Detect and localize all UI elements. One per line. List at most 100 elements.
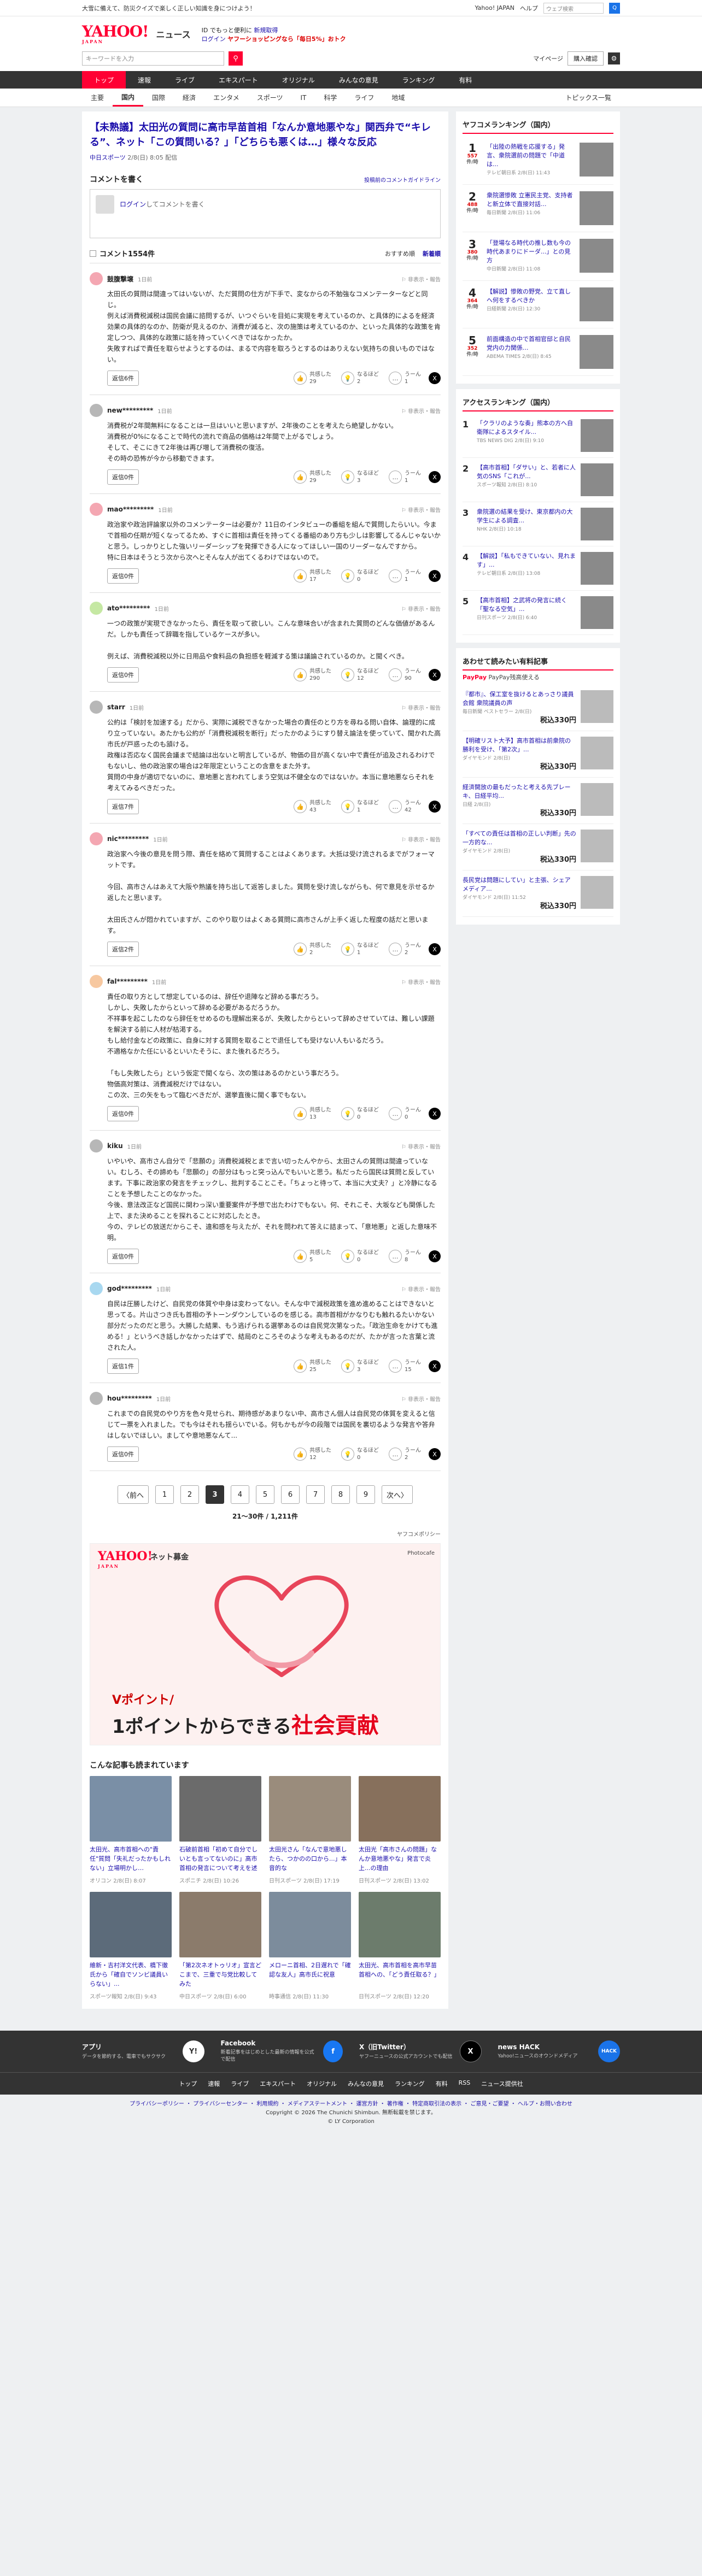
sort-newest[interactable]: 新着順 (423, 249, 441, 258)
ranking-item[interactable]: 5 352 件/時 前面構造の中で首相官邸と自民党内の力関係... ABEMA TIME… (463, 328, 613, 376)
footer-item[interactable]: X（旧Twitter） ヤフーニュースの公式アカウントでも配信 X (359, 2039, 482, 2063)
access-title[interactable]: 衆院選の結果を受け、東京都内の大学生による調査... (477, 508, 572, 524)
ranking-item[interactable]: 2 488 件/時 衆院選惨敗 立憲民主党、支持者と新立体で直接対話... 毎日新聞 2… (463, 185, 613, 232)
lightbulb-icon[interactable]: 💡 (341, 372, 354, 385)
lightbulb-icon[interactable]: 💡 (341, 943, 354, 956)
page-5[interactable]: 5 (256, 1485, 274, 1504)
report-icon[interactable]: ⚐ 非表示・報告 (401, 1142, 441, 1150)
paid-thumb[interactable] (581, 783, 613, 816)
tab-main[interactable]: 主要 (82, 89, 113, 107)
reaction-insight[interactable]: 💡 なるほど 3 (341, 470, 379, 484)
ranking-title[interactable]: 「出陸の熱戦を応援する」発言、衆院選前の問題で「中道は... (487, 143, 565, 168)
article-source[interactable]: 中日スポーツ (90, 154, 126, 161)
tab-economy[interactable]: 経済 (174, 89, 204, 107)
report-icon[interactable]: ⚐ 非表示・報告 (401, 604, 441, 613)
related-card[interactable]: 石破前首相「初めて自分でしいとも言ってないのに」高市首相の発言について考えを述べ… (179, 1776, 261, 1884)
news-search-input[interactable]: キーワードを入力 (82, 51, 224, 66)
related-card[interactable]: 太田光、高市首相を高市早苗首相への、「どう責任取る？」 日刊スポーツ 2/8(日)… (359, 1892, 441, 2000)
paid-title[interactable]: 経済開放の最もだったと考える先ブレーキ、日経平均... (463, 784, 571, 799)
report-icon[interactable]: ⚐ 非表示・報告 (401, 978, 441, 986)
comment-author[interactable]: ato********* (107, 604, 150, 612)
related-title-text[interactable]: 太田光「高市さんの問題」なんか意地悪やな」発言で炎上...の理由 (359, 1845, 441, 1873)
paid-item[interactable]: 経済開放の最もだったと考える先ブレーキ、日経平均... 日経 2/8(日) 税込33… (463, 778, 613, 824)
comment-input-box[interactable]: ログインしてコメントを書く (90, 189, 441, 238)
thinking-icon[interactable]: … (389, 1250, 402, 1263)
related-card[interactable]: 太田光、高市首相への"責任"質問「失礼だったかもしれない」立場明かし… オリコン … (90, 1776, 172, 1884)
login-link[interactable]: ログイン (202, 36, 226, 43)
footer-item[interactable]: news HACK Yahoo!ニュースのオウンドメディア HACK (498, 2039, 620, 2063)
reaction-insight[interactable]: 💡 なるほど 1 (341, 942, 379, 956)
ranking-title[interactable]: 前面構造の中で首相官邸と自民党内の力関係... (487, 336, 571, 351)
reaction-agree[interactable]: 👍 共感した 43 (294, 799, 331, 814)
access-title[interactable]: 「クラリのような奏」熊本の方へ自衛隊によるスタイル... (477, 420, 573, 436)
nav-live[interactable]: ライブ (163, 71, 207, 89)
thumbs-up-icon[interactable]: 👍 (294, 569, 307, 583)
paid-title[interactable]: 長民党は問題にしてい」と主張、シェアメディア... (463, 877, 571, 892)
footer-link[interactable]: みんなの意見 (348, 2079, 384, 2088)
comment-login-link[interactable]: ログイン (120, 201, 146, 208)
x-share-icon[interactable]: X (429, 372, 441, 384)
page-1[interactable]: 1 (155, 1485, 174, 1504)
app-icon[interactable]: Y! (182, 2040, 204, 2062)
footer-link[interactable]: RSS (459, 2079, 471, 2088)
comment-author[interactable]: starr (107, 703, 125, 711)
related-card[interactable]: 維新・吉村洋文代表、橋下徹氏から「確自でソンビ議員いらない」... スポーツ報知 … (90, 1892, 172, 2000)
thinking-icon[interactable]: … (389, 372, 402, 385)
nav-original[interactable]: オリジナル (270, 71, 327, 89)
link-yahoo-japan[interactable]: Yahoo! JAPAN (475, 4, 514, 11)
access-title[interactable]: 【高市首相】之武将の発言に続く「聖なる空気」... (477, 597, 567, 613)
x-share-icon[interactable]: X (429, 943, 441, 955)
footer-item[interactable]: アプリ データを節約する、電車でもサクサク Y! (82, 2039, 204, 2063)
reply-button[interactable]: 返信0件 (107, 568, 139, 584)
reaction-agree[interactable]: 👍 共感した 5 (294, 1249, 331, 1263)
reaction-disagree[interactable]: … うーん 1 (389, 470, 421, 484)
related-photo[interactable] (90, 1892, 172, 1957)
thinking-icon[interactable]: … (389, 800, 402, 813)
nav-ranking[interactable]: ランキング (390, 71, 447, 89)
tab-local[interactable]: 地域 (383, 89, 413, 107)
report-icon[interactable]: ⚐ 非表示・報告 (401, 1285, 441, 1293)
thumbs-up-icon[interactable]: 👍 (294, 1448, 307, 1461)
access-thumb[interactable] (581, 552, 613, 585)
access-thumb[interactable] (581, 419, 613, 452)
filter-checkbox[interactable] (90, 250, 96, 257)
page-8[interactable]: 8 (331, 1485, 350, 1504)
related-photo[interactable] (179, 1892, 261, 1957)
page-prev-button[interactable]: 〈前へ (117, 1485, 149, 1504)
reaction-disagree[interactable]: … うーん 15 (389, 1359, 421, 1373)
reaction-insight[interactable]: 💡 なるほど 0 (341, 1107, 379, 1121)
reply-button[interactable]: 返信0件 (107, 1249, 139, 1264)
reaction-disagree[interactable]: … うーん 90 (389, 668, 421, 682)
shopping-promo[interactable]: ヤフーショッピングなら「毎日5%」おトク (227, 36, 346, 43)
tab-life[interactable]: ライフ (346, 89, 383, 107)
access-item[interactable]: 1 「クラリのような奏」熊本の方へ自衛隊によるスタイル... TBS NEWS DI… (463, 414, 613, 458)
related-title-text[interactable]: 維新・吉村洋文代表、橋下徹氏から「確自でソンビ議員いらない」... (90, 1961, 172, 1989)
reaction-agree[interactable]: 👍 共感した 25 (294, 1359, 331, 1373)
page-6[interactable]: 6 (281, 1485, 300, 1504)
tab-domestic[interactable]: 国内 (113, 89, 144, 107)
reply-button[interactable]: 返信0件 (107, 469, 139, 485)
related-title-text[interactable]: 太田光、高市首相を高市早苗首相への、「どう責任取る？」 (359, 1961, 441, 1989)
thinking-icon[interactable]: … (389, 668, 402, 681)
footer-link[interactable]: ニュース提供社 (481, 2079, 523, 2088)
reaction-agree[interactable]: 👍 共感した 29 (294, 371, 331, 385)
news-logo-text[interactable]: ニュース (156, 27, 190, 40)
yahoo-logo[interactable]: YAHOO! JAPAN (82, 24, 149, 44)
access-item[interactable]: 2 【高市首相】「ダサい」と、若者に人気のSNS「これが... スポーツ報知 2/8… (463, 458, 613, 502)
ranking-item[interactable]: 1 557 件/時 「出陸の熱戦を応援する」発言、衆院選前の問題で「中道は... テレビ… (463, 136, 613, 185)
access-item[interactable]: 4 【解説】「私もできていない、見れます」... テレビ朝日系 2/8(日) 13:… (463, 546, 613, 591)
tab-it[interactable]: IT (291, 89, 315, 107)
access-thumb[interactable] (581, 596, 613, 629)
reaction-insight[interactable]: 💡 なるほど 0 (341, 1249, 379, 1263)
paid-thumb[interactable] (581, 690, 613, 723)
footer-link[interactable]: 有料 (436, 2079, 448, 2088)
access-title[interactable]: 【解説】「私もできていない、見れます」... (477, 552, 576, 568)
thumbs-up-icon[interactable]: 👍 (294, 372, 307, 385)
comment-author[interactable]: 鼓腹撃壌 (107, 274, 133, 284)
comment-author[interactable]: fal********* (107, 978, 148, 985)
related-card[interactable]: メローニ首相、2日遅れで「確認な友人」高市氏に祝意 時事通信 2/8(日) 11:… (269, 1892, 351, 2000)
tab-sports[interactable]: スポーツ (248, 89, 292, 107)
paid-title[interactable]: 「すべての責任は首相の正しい判断」先の一方的な... (463, 830, 576, 846)
ranking-item[interactable]: 3 380 件/時 「登場なる時代の推し数も今の時代あまりにドーダ...」との見方 中日… (463, 232, 613, 281)
footer-link[interactable]: ライブ (231, 2079, 249, 2088)
